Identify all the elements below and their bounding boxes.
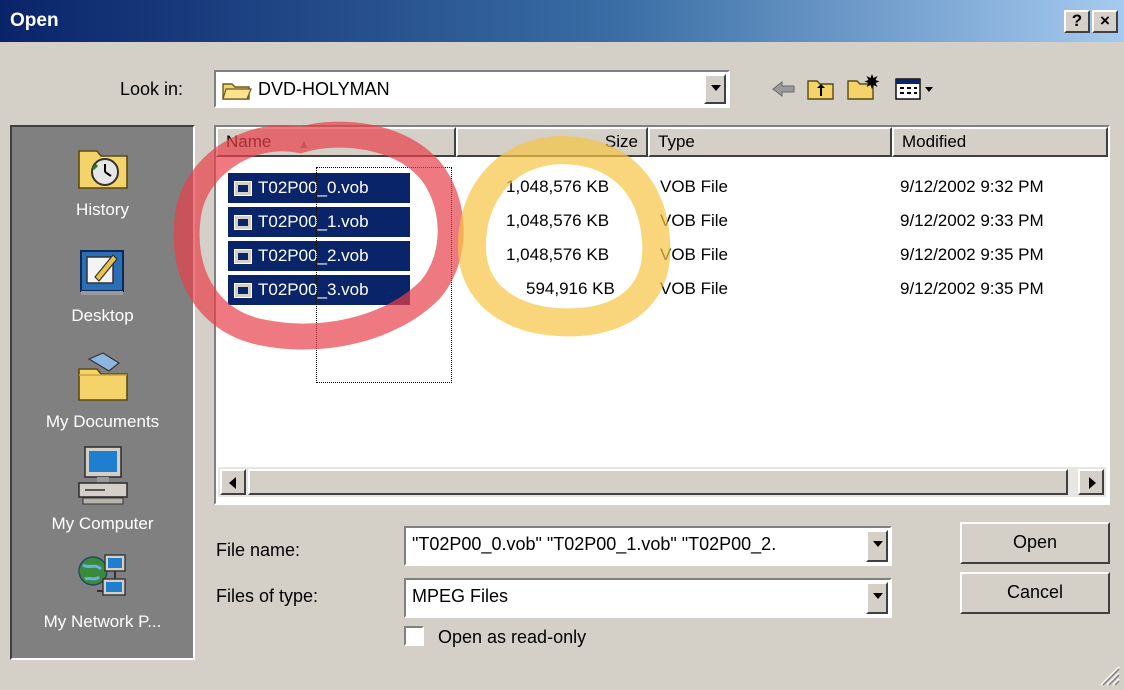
- look-in-value: DVD-HOLYMAN: [258, 79, 390, 99]
- back-icon[interactable]: [770, 78, 798, 100]
- file-name-label: File name:: [216, 540, 301, 560]
- up-folder-icon[interactable]: [806, 76, 836, 102]
- file-modified: 9/12/2002 9:33 PM: [900, 211, 1044, 230]
- column-header-type[interactable]: Type: [648, 127, 892, 157]
- file-type: VOB File: [660, 211, 729, 230]
- sort-ascending-icon: ▲: [298, 137, 310, 151]
- file-size: 1,048,576 KB: [506, 245, 610, 264]
- help-button[interactable]: ?: [1064, 10, 1090, 33]
- look-in-label: Look in:: [120, 79, 184, 99]
- network-places-icon: [77, 554, 126, 596]
- scroll-thumb[interactable]: [248, 469, 1068, 495]
- places-history-label: History: [76, 200, 129, 219]
- open-button[interactable]: Open: [960, 522, 1110, 564]
- file-modified: 9/12/2002 9:32 PM: [900, 177, 1044, 196]
- file-list[interactable]: Name ▲ Size Type Modified T02P00_0.vob 1…: [214, 125, 1110, 505]
- column-header-size-label: Size: [604, 132, 638, 151]
- my-computer-icon: [77, 446, 128, 505]
- view-menu-icon[interactable]: [894, 76, 938, 102]
- resize-grip-icon[interactable]: [1098, 664, 1120, 686]
- file-size: 1,048,576 KB: [506, 177, 610, 196]
- files-of-type-arrow[interactable]: [866, 582, 888, 614]
- places-desktop-label: Desktop: [71, 306, 134, 325]
- file-modified: 9/12/2002 9:35 PM: [900, 245, 1044, 264]
- file-name-arrow[interactable]: [866, 530, 888, 562]
- column-header-modified-label: Modified: [902, 132, 967, 151]
- selection-marquee: [316, 167, 452, 383]
- cancel-button[interactable]: Cancel: [960, 572, 1110, 614]
- vob-file-icon: [234, 249, 252, 264]
- read-only-checkbox[interactable]: [404, 626, 424, 646]
- look-in-dropdown[interactable]: DVD-HOLYMAN: [214, 70, 730, 108]
- files-of-type-dropdown[interactable]: MPEG Files: [404, 578, 892, 618]
- new-folder-icon[interactable]: [846, 72, 880, 102]
- places-my-network[interactable]: My Network P...: [12, 549, 193, 632]
- window-title: Open: [10, 10, 59, 31]
- places-my-documents-label: My Documents: [45, 412, 160, 431]
- horizontal-scrollbar[interactable]: [218, 467, 1106, 497]
- file-name-combo[interactable]: "T02P00_0.vob" "T02P00_1.vob" "T02P00_2.: [404, 526, 892, 566]
- scroll-right-button[interactable]: [1078, 469, 1104, 495]
- column-header-name-label: Name: [226, 132, 272, 151]
- vob-file-icon: [234, 283, 252, 298]
- vob-file-icon: [234, 181, 252, 196]
- scroll-left-button[interactable]: [220, 469, 246, 495]
- file-type: VOB File: [660, 245, 729, 264]
- places-history[interactable]: History: [12, 137, 193, 220]
- vob-file-icon: [234, 215, 252, 230]
- close-button[interactable]: ×: [1092, 10, 1118, 33]
- look-in-arrow[interactable]: [704, 74, 726, 104]
- file-type: VOB File: [660, 279, 729, 298]
- places-my-computer-label: My Computer: [51, 514, 154, 533]
- title-bar: Open ? ×: [0, 0, 1124, 42]
- file-modified: 9/12/2002 9:35 PM: [900, 279, 1044, 298]
- column-header-size[interactable]: Size: [456, 127, 648, 157]
- places-my-documents[interactable]: My Documents: [12, 349, 193, 432]
- column-header-modified[interactable]: Modified: [892, 127, 1108, 157]
- places-bar: History Desktop My Documents My Computer: [10, 125, 195, 660]
- file-size: 594,916 KB: [526, 279, 615, 298]
- places-my-network-label: My Network P...: [43, 612, 162, 631]
- desktop-icon: [79, 250, 124, 295]
- read-only-label: Open as read-only: [438, 627, 587, 647]
- column-header-type-label: Type: [658, 132, 695, 151]
- places-desktop[interactable]: Desktop: [12, 243, 193, 326]
- file-size: 1,048,576 KB: [506, 211, 610, 230]
- places-my-computer[interactable]: My Computer: [12, 445, 193, 534]
- file-name-input[interactable]: "T02P00_0.vob" "T02P00_1.vob" "T02P00_2.: [412, 534, 864, 555]
- files-of-type-label: Files of type:: [216, 586, 319, 606]
- my-documents-icon: [77, 352, 128, 401]
- column-header-name[interactable]: Name ▲: [216, 127, 456, 157]
- folder-open-icon: [222, 83, 252, 100]
- files-of-type-value: MPEG Files: [412, 586, 509, 606]
- file-type: VOB File: [660, 177, 729, 196]
- history-icon: [77, 150, 128, 189]
